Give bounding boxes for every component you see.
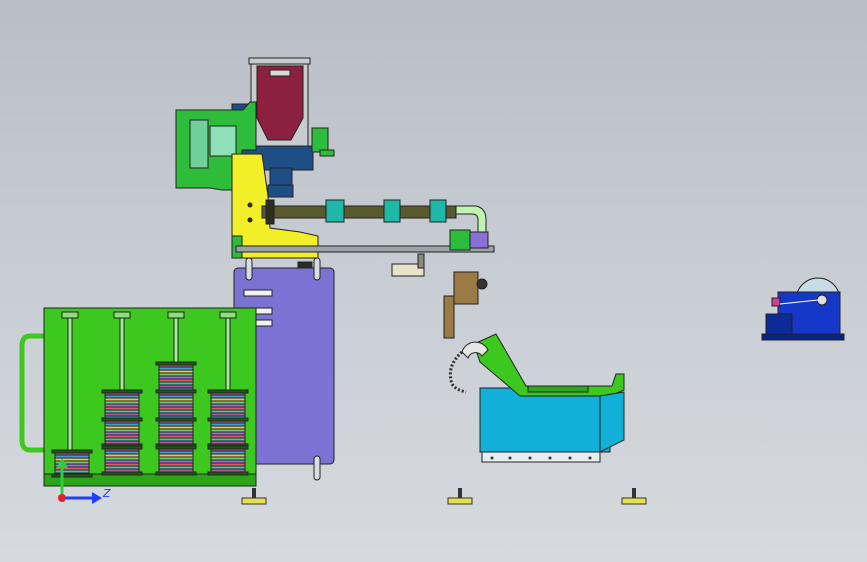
spool-winder-rack — [19, 307, 257, 487]
cable-spool — [207, 389, 249, 422]
triad-horizontal-label: Z — [102, 487, 111, 500]
bracket-bolt — [247, 202, 253, 208]
tank-body — [479, 387, 611, 453]
gauge-box — [453, 271, 479, 305]
cable-spool — [155, 361, 197, 394]
takeup-cover — [765, 313, 793, 337]
cable-spool — [101, 445, 143, 476]
tank-ramp-inner — [527, 385, 589, 393]
takeup-guide — [771, 297, 781, 307]
die-box-purple — [469, 231, 489, 249]
cable-spool — [207, 417, 249, 448]
panel-mount-slot — [245, 257, 253, 281]
die-box-green — [449, 229, 471, 251]
shaft-cap — [167, 311, 185, 319]
cable-spool — [207, 445, 249, 476]
cable-spool — [155, 389, 197, 422]
clamp-post — [417, 253, 425, 269]
cable-spool — [101, 417, 143, 448]
cable-spool — [51, 449, 93, 478]
barrel-band — [383, 199, 401, 223]
cable-spool — [155, 445, 197, 476]
gauge-knob — [476, 278, 488, 290]
takeup-base — [761, 333, 845, 341]
gauge-mount — [443, 271, 488, 339]
leveling-foot — [447, 488, 473, 505]
shaft-cap — [61, 311, 79, 319]
hopper-frame-top — [248, 57, 311, 65]
gauge-post — [443, 295, 455, 339]
leveling-foot — [241, 488, 267, 505]
barrel-band — [325, 199, 345, 223]
cad-assembly-drawing: Z — [19, 57, 845, 505]
cooling-hose — [448, 350, 467, 394]
barrel-band — [429, 199, 447, 223]
triad-origin — [58, 494, 66, 502]
hopper-bin — [256, 65, 304, 141]
drive-belt-guard — [209, 125, 237, 157]
hopper-side-bracket — [311, 127, 329, 153]
bracket-bolt — [247, 217, 253, 223]
shaft-cap — [113, 311, 131, 319]
cable-spool — [155, 417, 197, 448]
rack-handle — [19, 333, 46, 453]
barrel-tube — [261, 205, 457, 219]
triad-horizontal-arrow-icon — [92, 492, 102, 504]
leveling-feet — [241, 488, 647, 505]
cooling-tank — [448, 333, 625, 463]
tank-skirt — [481, 451, 601, 463]
takeup-unit — [761, 277, 845, 341]
leveling-foot — [621, 488, 647, 505]
panel-bracket — [253, 319, 273, 327]
drive-pulley — [189, 119, 209, 169]
barrel-flange — [265, 199, 275, 225]
hopper-side-tab — [319, 149, 335, 157]
tank-side — [599, 391, 625, 453]
panel-bracket — [243, 289, 273, 297]
hopper-feeder — [267, 184, 294, 198]
takeup-hub — [816, 294, 828, 306]
hopper-lid-slot — [269, 69, 291, 77]
panel-mount-slot — [313, 257, 321, 281]
panel-mount-slot — [313, 455, 321, 481]
cable-spool — [101, 389, 143, 422]
barrel-nozzle-elbow — [455, 205, 487, 233]
shaft-cap — [219, 311, 237, 319]
